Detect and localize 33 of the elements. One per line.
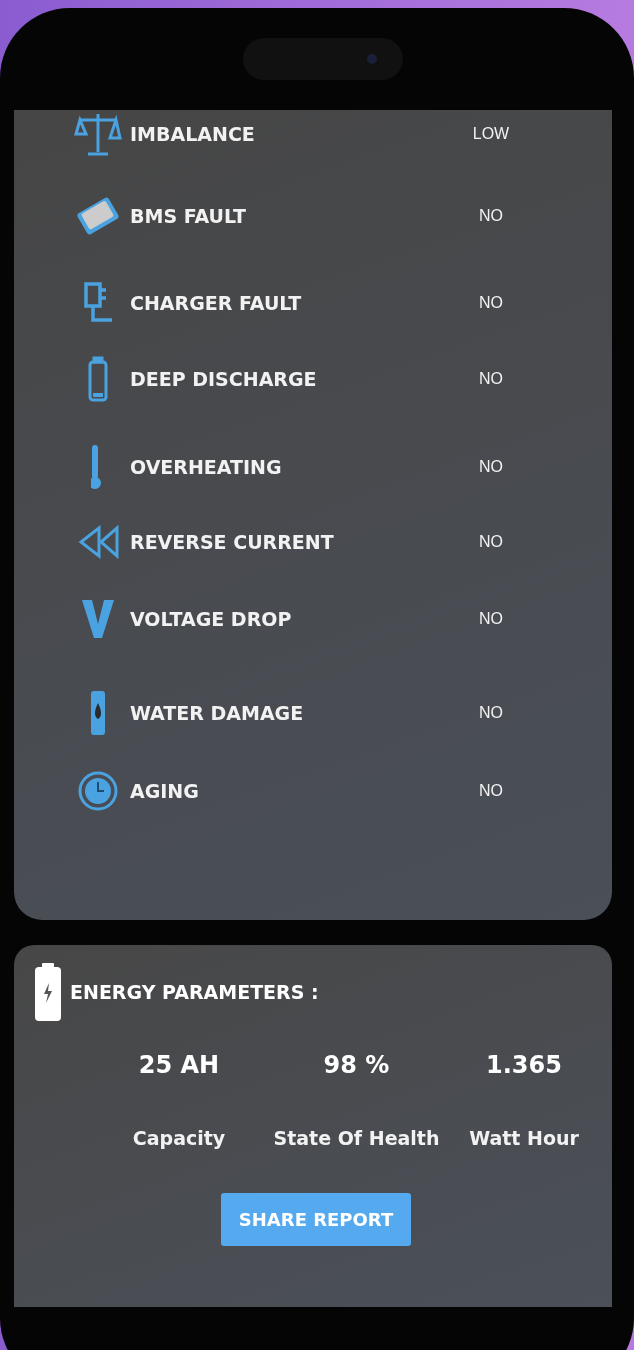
fault-value: NO [478, 610, 504, 628]
parameter-label: State Of Health [273, 1127, 440, 1149]
rewind-icon [77, 525, 119, 559]
v-drop-icon [81, 599, 115, 639]
fault-label: REVERSE CURRENT [130, 531, 335, 553]
fault-label: AGING [130, 780, 200, 802]
fault-label: OVERHEATING [130, 456, 283, 478]
fault-value: LOW [471, 125, 511, 143]
fault-label: DEEP DISCHARGE [130, 368, 318, 390]
parameter-label: Watt Hour [469, 1127, 579, 1149]
fault-value: NO [478, 458, 504, 476]
fault-value: NO [478, 207, 504, 225]
parameter-value: 1.365 [486, 1051, 562, 1079]
fault-value: NO [478, 704, 504, 722]
fault-label: VOLTAGE DROP [130, 608, 293, 630]
fault-label: WATER DAMAGE [130, 702, 305, 724]
battery-icon [88, 356, 108, 402]
fault-value: NO [478, 294, 504, 312]
fault-label: BMS FAULT [130, 205, 247, 227]
fault-label: IMBALANCE [130, 123, 256, 145]
parameter-value: 98 % [323, 1051, 390, 1079]
fault-value: NO [478, 533, 504, 551]
charger-icon [82, 282, 114, 324]
fault-value: NO [478, 782, 504, 800]
battery-charge-icon [34, 963, 62, 1021]
clock-icon [78, 771, 118, 811]
battery-drop-icon [90, 690, 106, 736]
fault-value: NO [478, 370, 504, 388]
parameter-value: 25 AH [138, 1051, 220, 1079]
share-report-button[interactable]: SHARE REPORT [220, 1193, 412, 1246]
parameter-label: Capacity [132, 1127, 226, 1149]
fault-label: CHARGER FAULT [130, 292, 303, 314]
section-title: ENERGY PARAMETERS : [70, 981, 319, 1003]
